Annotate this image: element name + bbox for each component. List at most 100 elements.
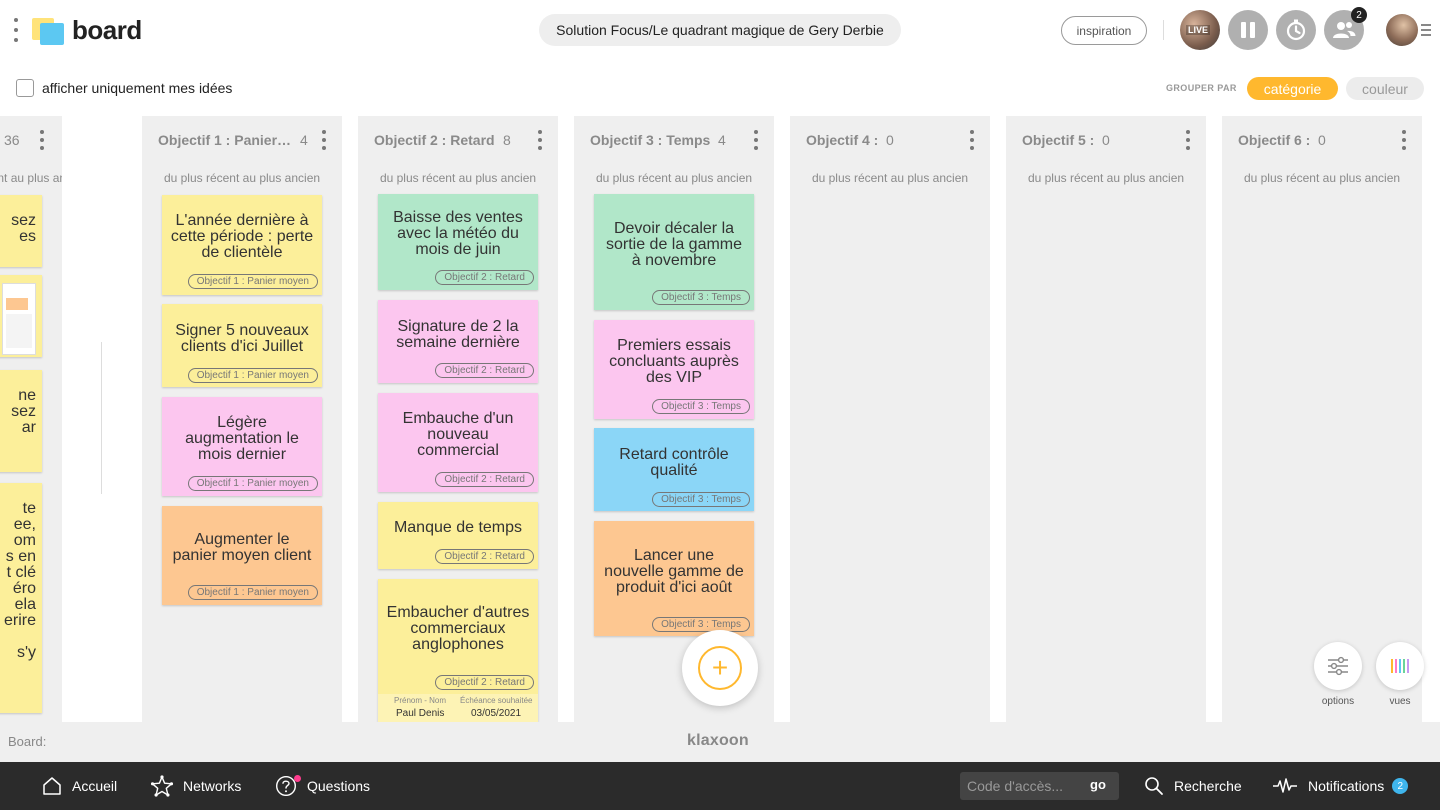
search-icon <box>1145 777 1163 795</box>
sticky-note[interactable] <box>0 275 42 357</box>
category-tag[interactable]: Objectif 2 : Retard <box>435 363 534 378</box>
sticky-note[interactable]: ne sez ar <box>0 370 42 472</box>
brand-logo: klaxoon <box>687 732 749 749</box>
sticky-note[interactable]: Signer 5 nouveaux clients d'ici Juillet … <box>162 304 322 387</box>
sticky-note-text: te ee, om s en t clé éro ela erire s'y <box>3 500 36 661</box>
inspiration-button[interactable]: inspiration <box>1061 16 1147 45</box>
nav-notifications[interactable]: Notifications 2 <box>1272 762 1409 810</box>
category-tag[interactable]: Objectif 2 : Retard <box>435 549 534 564</box>
column-sort-label[interactable]: du plus récent au plus ancien <box>1006 171 1206 185</box>
sticky-note[interactable]: Premiers essais concluants auprès des VI… <box>594 320 754 419</box>
go-button[interactable]: go <box>1090 777 1106 792</box>
sticky-note[interactable]: Manque de temps Objectif 2 : Retard <box>378 502 538 569</box>
sticky-note[interactable]: Embaucher d'autres commerciaux anglophon… <box>378 579 538 722</box>
column-menu-icon[interactable] <box>1186 130 1190 150</box>
sticky-note[interactable]: Devoir décaler la sortie de la gamme à n… <box>594 194 754 310</box>
nav-notifications-label: Notifications <box>1308 778 1385 794</box>
sticky-note[interactable]: Augmenter le panier moyen client Objecti… <box>162 506 322 605</box>
sticky-note-text: Embaucher d'autres commerciaux anglophon… <box>386 604 530 653</box>
column-sort-label[interactable]: du plus récent au plus ancien <box>790 171 990 185</box>
user-menu-icon[interactable] <box>1421 24 1431 39</box>
nav-search[interactable]: Recherche <box>1144 762 1242 810</box>
column-sort-label[interactable]: du plus récent au plus ancien <box>142 171 342 185</box>
sticky-note-text: Signature de 2 la semaine dernière <box>396 318 520 351</box>
sticky-note-text: Manque de temps <box>393 519 523 536</box>
sticky-note[interactable]: Embauche d'un nouveau commercial Objecti… <box>378 393 538 492</box>
board-footer: Board: klaxoon <box>0 722 1440 762</box>
participants-count-badge: 2 <box>1351 7 1367 23</box>
sticky-note-text: L'année dernière à cette période : perte… <box>170 212 314 261</box>
pause-icon <box>1241 22 1246 38</box>
group-by-label: GROUPER PAR <box>1166 83 1237 93</box>
only-mine-label[interactable]: afficher uniquement mes idées <box>42 80 232 96</box>
sticky-note[interactable]: Baisse des ventes avec la météo du mois … <box>378 194 538 290</box>
category-tag[interactable]: Objectif 3 : Temps <box>652 617 750 632</box>
column-objectif-6[interactable]: Objectif 6 : 0 du plus récent au plus an… <box>1222 116 1422 722</box>
column-title[interactable]: Objectif 2 : Retard <box>374 132 495 148</box>
category-tag[interactable]: Objectif 2 : Retard <box>435 270 534 285</box>
column-title[interactable]: Objectif 5 : <box>1022 132 1094 148</box>
nav-questions[interactable]: Questions <box>275 762 370 810</box>
nav-home[interactable]: Accueil <box>42 762 117 810</box>
category-tag[interactable]: Objectif 2 : Retard <box>435 472 534 487</box>
category-tag[interactable]: Objectif 1 : Panier moyen <box>187 274 318 289</box>
category-tag[interactable]: Objectif 3 : Temps <box>652 399 750 414</box>
group-by-category-button[interactable]: catégorie <box>1247 77 1338 100</box>
column-menu-icon[interactable] <box>754 130 758 150</box>
category-tag[interactable]: Objectif 1 : Panier moyen <box>187 368 318 383</box>
timer-button[interactable] <box>1276 10 1316 50</box>
column-title[interactable]: Objectif 6 : <box>1238 132 1310 148</box>
nav-home-label: Accueil <box>72 778 118 794</box>
column-sort-label[interactable]: du plus récent au plus ancien <box>358 171 558 185</box>
add-idea-button[interactable]: + <box>682 630 758 706</box>
group-by-color-button[interactable]: couleur <box>1346 77 1424 100</box>
only-mine-checkbox[interactable] <box>16 79 34 97</box>
column-objectif-2[interactable]: Objectif 2 : Retard 8 du plus récent au … <box>358 116 558 722</box>
category-tag[interactable]: Objectif 1 : Panier moyen <box>187 476 318 491</box>
app-menu-icon[interactable] <box>12 18 20 42</box>
board-title[interactable]: Solution Focus/Le quadrant magique de Ge… <box>539 14 901 46</box>
column-menu-icon[interactable] <box>538 130 542 150</box>
category-tag[interactable]: Objectif 3 : Temps <box>652 492 750 507</box>
name-field-label: Prénom - Nom <box>394 696 447 705</box>
sticky-note[interactable]: sez es <box>0 195 42 267</box>
sticky-note-text: Baisse des ventes avec la météo du mois … <box>393 209 523 258</box>
timer-icon <box>1286 19 1306 41</box>
column-title[interactable]: Objectif 4 : <box>806 132 878 148</box>
network-icon <box>151 775 173 797</box>
board-logo[interactable]: board <box>32 15 142 46</box>
column-menu-icon[interactable] <box>322 130 326 150</box>
sticky-note[interactable]: te ee, om s en t clé éro ela erire s'y <box>0 483 42 713</box>
user-avatar[interactable] <box>1386 14 1418 46</box>
column-title[interactable]: Objectif 1 : Panier… <box>158 132 291 148</box>
column-menu-icon[interactable] <box>40 130 44 150</box>
options-button[interactable] <box>1314 642 1362 690</box>
column-objectif-4[interactable]: Objectif 4 : 0 du plus récent au plus an… <box>790 116 990 722</box>
views-button[interactable] <box>1376 642 1424 690</box>
column-sort-label[interactable]: du plus récent au plus ancien <box>0 171 62 185</box>
pause-button[interactable] <box>1228 10 1268 50</box>
column-objectif-1[interactable]: Objectif 1 : Panier… 4 du plus récent au… <box>142 116 342 722</box>
column-objectif-5[interactable]: Objectif 5 : 0 du plus récent au plus an… <box>1006 116 1206 722</box>
category-tag[interactable]: Objectif 2 : Retard <box>435 675 534 690</box>
category-tag[interactable]: Objectif 3 : Temps <box>652 290 750 305</box>
column-sort-label[interactable]: du plus récent au plus ancien <box>574 171 774 185</box>
home-icon <box>43 777 61 795</box>
sticky-note-text: Premiers essais concluants auprès des VI… <box>609 337 739 386</box>
column-menu-icon[interactable] <box>970 130 974 150</box>
sticky-note[interactable]: L'année dernière à cette période : perte… <box>162 195 322 295</box>
sticky-note[interactable]: Signature de 2 la semaine dernière Objec… <box>378 300 538 383</box>
column-sort-label[interactable]: du plus récent au plus ancien <box>1222 171 1422 185</box>
column-title[interactable]: Objectif 3 : Temps <box>590 132 710 148</box>
sticky-note-text: Lancer une nouvelle gamme de produit d'i… <box>604 547 744 596</box>
column-menu-icon[interactable] <box>1402 130 1406 150</box>
sticky-note-text: Retard contrôle qualité <box>619 446 729 479</box>
live-label: LIVE <box>1186 25 1211 35</box>
sticky-note[interactable]: Légère augmentation le mois dernier Obje… <box>162 397 322 496</box>
sticky-note[interactable]: Retard contrôle qualité Objectif 3 : Tem… <box>594 428 754 511</box>
nav-networks[interactable]: Networks <box>151 762 241 810</box>
sticky-note[interactable]: Lancer une nouvelle gamme de produit d'i… <box>594 521 754 636</box>
category-tag[interactable]: Objectif 1 : Panier moyen <box>187 585 318 600</box>
sticky-note-text: sez es <box>11 212 36 245</box>
column-objectif-3[interactable]: Objectif 3 : Temps 4 du plus récent au p… <box>574 116 774 722</box>
